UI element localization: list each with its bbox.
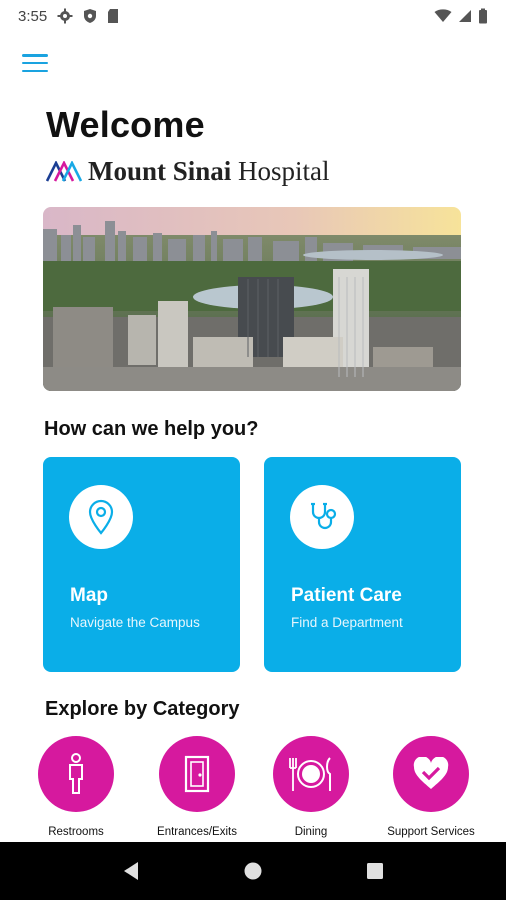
category-restrooms[interactable]: Restrooms bbox=[16, 736, 136, 838]
map-card-icon-circle bbox=[69, 485, 133, 549]
patient-care-card-icon-circle bbox=[290, 485, 354, 549]
category-dining[interactable]: Dining bbox=[251, 736, 371, 838]
home-button[interactable] bbox=[233, 851, 273, 891]
settings-icon bbox=[57, 8, 73, 24]
brand-name-bold: Mount Sinai bbox=[88, 156, 232, 186]
hamburger-icon-line bbox=[22, 61, 48, 65]
explore-section-title: Explore by Category bbox=[45, 698, 240, 720]
system-navigation-bar bbox=[0, 842, 506, 900]
category-label: Restrooms bbox=[48, 826, 104, 838]
stethoscope-icon bbox=[311, 502, 337, 530]
brand-name: Mount Sinai Hospital bbox=[88, 156, 330, 187]
battery-icon bbox=[479, 8, 487, 24]
restroom-icon-circle bbox=[38, 736, 114, 812]
category-entrances-exits[interactable]: Entrances/Exits bbox=[137, 736, 257, 838]
home-circle-icon bbox=[244, 862, 262, 880]
welcome-heading: Welcome bbox=[46, 104, 205, 145]
status-time: 3:55 bbox=[18, 7, 48, 25]
hamburger-icon-line bbox=[22, 69, 48, 72]
door-icon-circle bbox=[159, 736, 235, 812]
brand-name-regular: Hospital bbox=[238, 156, 330, 186]
heart-check-icon-circle bbox=[393, 736, 469, 812]
location-pin-icon bbox=[88, 499, 114, 535]
recents-button[interactable] bbox=[355, 851, 395, 891]
wifi-icon bbox=[434, 9, 452, 22]
menu-button[interactable] bbox=[22, 52, 48, 74]
map-card-subtitle: Navigate the Campus bbox=[70, 615, 200, 630]
hospital-skyline-image bbox=[43, 207, 461, 391]
back-triangle-icon bbox=[124, 862, 138, 880]
status-left: 3:55 bbox=[18, 8, 119, 25]
sd-card-icon bbox=[108, 9, 119, 23]
hamburger-icon-line bbox=[22, 54, 48, 57]
hospital-logo: Mount Sinai Hospital bbox=[46, 156, 330, 187]
map-card-title: Map bbox=[70, 585, 108, 606]
signal-icon bbox=[459, 10, 471, 22]
patient-care-card[interactable]: Patient Care Find a Department bbox=[264, 457, 461, 672]
back-button[interactable] bbox=[111, 851, 151, 891]
map-card[interactable]: Map Navigate the Campus bbox=[43, 457, 240, 672]
status-bar: 3:55 bbox=[0, 0, 506, 32]
dining-icon bbox=[289, 757, 331, 791]
shield-icon bbox=[84, 9, 97, 23]
category-support-services[interactable]: Support Services bbox=[371, 736, 491, 838]
help-section-title: How can we help you? bbox=[44, 418, 259, 440]
category-label: Entrances/Exits bbox=[157, 826, 237, 838]
restroom-icon bbox=[69, 753, 83, 794]
heart-check-icon bbox=[413, 757, 449, 789]
recents-square-icon bbox=[367, 863, 383, 879]
category-label: Dining bbox=[294, 826, 328, 838]
mount-sinai-logo-icon bbox=[46, 160, 82, 182]
category-label: Support Services bbox=[387, 826, 475, 838]
door-icon bbox=[184, 755, 210, 793]
patient-care-card-title: Patient Care bbox=[291, 585, 402, 606]
dining-icon-circle bbox=[273, 736, 349, 812]
patient-care-card-subtitle: Find a Department bbox=[291, 615, 403, 630]
status-right bbox=[434, 8, 488, 24]
